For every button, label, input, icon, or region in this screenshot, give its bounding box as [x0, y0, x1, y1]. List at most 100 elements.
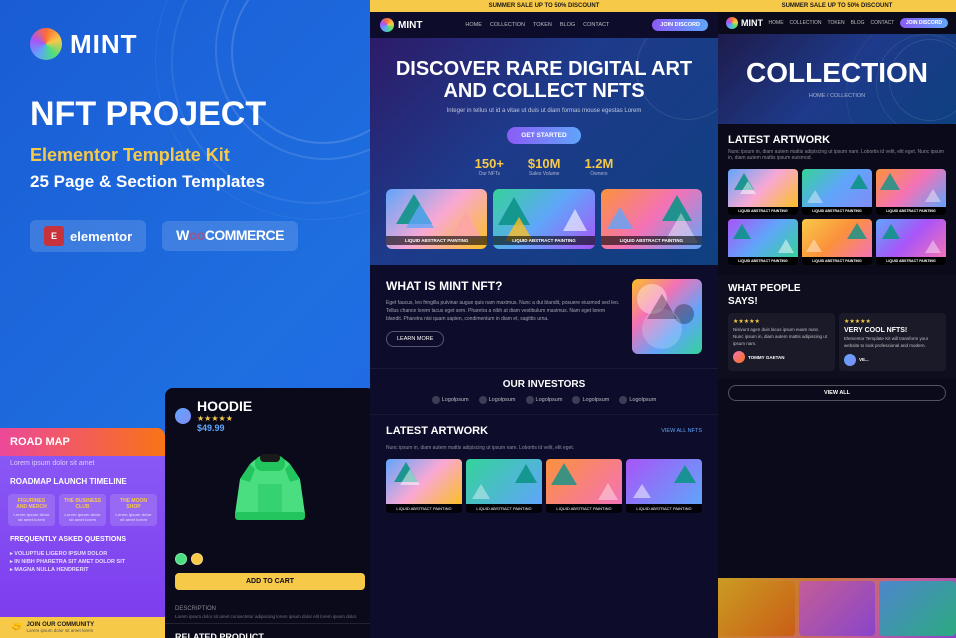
- right-art-5[interactable]: LIQUID ABSTRACT PAINTING: [802, 219, 872, 265]
- hero-nft-cards: LIQUID ABSTRACT PAINTING LIQUID ABSTRACT…: [386, 189, 702, 249]
- mint-logo-text: MINT: [70, 29, 138, 60]
- artwork-item-4[interactable]: LIQUID ABSTRACT PAINTING: [626, 459, 702, 513]
- roadmap-subtitle: Lorem ipsum dolor sit amet: [0, 456, 165, 473]
- artwork-view-all-link[interactable]: VIEW ALL NFTS: [661, 428, 702, 434]
- nav-link-collection[interactable]: COLLECTION: [490, 22, 525, 28]
- woocommerce-label: WooCOMMERCE: [176, 227, 284, 243]
- right-art-label-3: LIQUID ABSTRACT PAINTING: [876, 207, 946, 215]
- color-yellow[interactable]: [191, 553, 203, 565]
- description-label: DESCRIPTION: [175, 606, 365, 612]
- artwork-title: LATEST ARTWORK: [386, 425, 488, 437]
- what-art: [632, 279, 702, 354]
- artwork-item-3[interactable]: LIQUID ABSTRACT PAINTING: [546, 459, 622, 513]
- roadmap-timeline-label: ROADMAP LAUNCH TIMELINE: [0, 473, 165, 490]
- right-testimonials-section: WHAT PEOPLE SAYS! ★★★★★ Nisivunt agen du…: [718, 275, 956, 379]
- right-art-img-3: [876, 169, 946, 207]
- testimonials-list: ★★★★★ Nisivunt agen duis lacus ipsum eua…: [728, 313, 946, 371]
- hero-stats: 150+ Our NFTs $10M Sales Volume 1.2M Own…: [386, 156, 702, 177]
- center-logo-icon: [380, 18, 394, 32]
- related-products-section: RELATED PRODUCT 🧢 BASEBALL HATS $29.99 A…: [165, 623, 375, 638]
- center-nav-links: HOME COLLECTION TOKEN BLOG CONTACT: [465, 22, 609, 28]
- right-art-img-6: [876, 219, 946, 257]
- right-art-img-5: [802, 219, 872, 257]
- preview-3: [879, 581, 956, 636]
- color-green[interactable]: [175, 553, 187, 565]
- testimonial-1-stars: ★★★★★: [733, 318, 830, 325]
- artwork-label-2: LIQUID ABSTRACT PAINTING: [466, 504, 542, 513]
- right-join-button[interactable]: JOIN DISCORD: [900, 18, 948, 28]
- pages-subtitle: 25 Page & Section Templates: [30, 172, 345, 192]
- right-art-img-1: [728, 169, 798, 207]
- hero-card-3[interactable]: LIQUID ABSTRACT PAINTING: [601, 189, 702, 249]
- center-nav: MINT HOME COLLECTION TOKEN BLOG CONTACT …: [370, 12, 718, 38]
- right-art-6[interactable]: LIQUID ABSTRACT PAINTING: [876, 219, 946, 265]
- nav-link-token[interactable]: TOKEN: [533, 22, 552, 28]
- stat-nfts: 150+ Our NFTs: [475, 156, 504, 177]
- right-view-all-button[interactable]: VIEW ALL: [728, 385, 946, 401]
- nav-link-home[interactable]: HOME: [465, 22, 482, 28]
- right-nav-token[interactable]: TOKEN: [827, 20, 844, 26]
- hero-cta-button[interactable]: GET STARTED: [507, 127, 580, 144]
- stat-owners-label: Owners: [584, 171, 613, 177]
- center-join-button[interactable]: JOIN DISCORD: [652, 19, 708, 31]
- roadmap-card: ROAD MAP Lorem ipsum dolor sit amet ROAD…: [0, 428, 165, 638]
- artwork-item-2[interactable]: LIQUID ABSTRACT PAINTING: [466, 459, 542, 513]
- abstract-art-image: [632, 279, 702, 354]
- artwork-img-4: [626, 459, 702, 504]
- testimonial-2: ★★★★★ VERY COOL NFTS! Elementor Template…: [839, 313, 946, 371]
- testimonial-2-avatar: [844, 354, 856, 366]
- right-art-label-5: LIQUID ABSTRACT PAINTING: [802, 257, 872, 265]
- hoodie-add-to-cart-button[interactable]: ADD TO CART: [175, 573, 365, 590]
- right-art-label-1: LIQUID ABSTRACT PAINTING: [728, 207, 798, 215]
- hoodie-product-detail: HOODIE ★★★★★ $49.99: [165, 388, 375, 600]
- hoodie-avatar: [175, 408, 191, 424]
- roadmap-item-3: THE MOON SHOP Lorem ipsum dolor sit amet…: [110, 494, 157, 526]
- investor-4: Logolpsum: [572, 396, 609, 404]
- right-art-1[interactable]: LIQUID ABSTRACT PAINTING: [728, 169, 798, 215]
- artwork-header: LATEST ARTWORK VIEW ALL NFTS: [386, 425, 702, 437]
- hero-card-3-label: LIQUID ABSTRACT PAINTING: [601, 236, 702, 245]
- right-art-4[interactable]: LIQUID ABSTRACT PAINTING: [728, 219, 798, 265]
- investor-1: Logolpsum: [432, 396, 469, 404]
- elementor-label: elementor: [70, 229, 132, 244]
- hoodie-header: HOODIE ★★★★★ $49.99: [175, 398, 365, 433]
- right-nav-collection[interactable]: COLLECTION: [790, 20, 822, 26]
- center-hero: DISCOVER RARE DIGITAL ART AND COLLECT NF…: [370, 38, 718, 265]
- right-latest-artwork: LATEST ARTWORK Nunc ipsum in, diam autem…: [718, 124, 956, 275]
- hero-card-1[interactable]: LIQUID ABSTRACT PAINTING: [386, 189, 487, 249]
- roadmap-faq-title: FREQUENTLY ASKED QUESTIONS: [0, 530, 165, 549]
- right-nav-home[interactable]: HOME: [769, 20, 784, 26]
- hero-card-2[interactable]: LIQUID ABSTRACT PAINTING: [493, 189, 594, 249]
- stat-owners-value: 1.2M: [584, 156, 613, 171]
- roadmap-items: FIGURINES AND MERCH Lorem ipsum dolor si…: [0, 490, 165, 530]
- right-art-2[interactable]: LIQUID ABSTRACT PAINTING: [802, 169, 872, 215]
- investor-5: Logolpsum: [619, 396, 656, 404]
- right-art-label-6: LIQUID ABSTRACT PAINTING: [876, 257, 946, 265]
- right-nav-blog[interactable]: BLOG: [851, 20, 865, 26]
- right-panel-collection: SUMMER SALE UP TO 50% DISCOUNT MINT HOME…: [718, 0, 956, 638]
- hoodie-color-options: [175, 553, 365, 565]
- center-nav-logo: MINT: [380, 18, 422, 32]
- testimonial-2-name: VE...: [859, 357, 869, 362]
- right-nav-contact[interactable]: CONTACT: [871, 20, 895, 26]
- center-what-section: WHAT IS MINT NFT? Eget faucus, leo fring…: [370, 265, 718, 369]
- roadmap-item-1: FIGURINES AND MERCH Lorem ipsum dolor si…: [8, 494, 55, 526]
- collection-breadcrumb: HOME / COLLECTION: [809, 93, 865, 99]
- artwork-item-1[interactable]: LIQUID ABSTRACT PAINTING: [386, 459, 462, 513]
- center-panel: SUMMER SALE UP TO 50% DISCOUNT MINT HOME…: [370, 0, 718, 638]
- hero-card-1-label: LIQUID ABSTRACT PAINTING: [386, 236, 487, 245]
- elementor-subtitle: Elementor Template Kit: [30, 145, 345, 166]
- nav-link-blog[interactable]: BLOG: [560, 22, 575, 28]
- right-art-3[interactable]: LIQUID ABSTRACT PAINTING: [876, 169, 946, 215]
- nav-link-contact[interactable]: CONTACT: [583, 22, 609, 28]
- hero-subtitle: Integer in tellus ut id a vitae ut duis …: [386, 108, 702, 114]
- right-people-subtitle: SAYS!: [728, 296, 946, 307]
- artwork-label-4: LIQUID ABSTRACT PAINTING: [626, 504, 702, 513]
- artwork-img-2: [466, 459, 542, 504]
- stat-sales-label: Sales Volume: [528, 171, 561, 177]
- collection-title: COLLECTION: [746, 59, 928, 87]
- stat-nfts-label: Our NFTs: [475, 171, 504, 177]
- what-learn-more-button[interactable]: LEARN MORE: [386, 331, 444, 347]
- right-art-img-2: [802, 169, 872, 207]
- partner-badges: E elementor WooCOMMERCE: [30, 220, 345, 252]
